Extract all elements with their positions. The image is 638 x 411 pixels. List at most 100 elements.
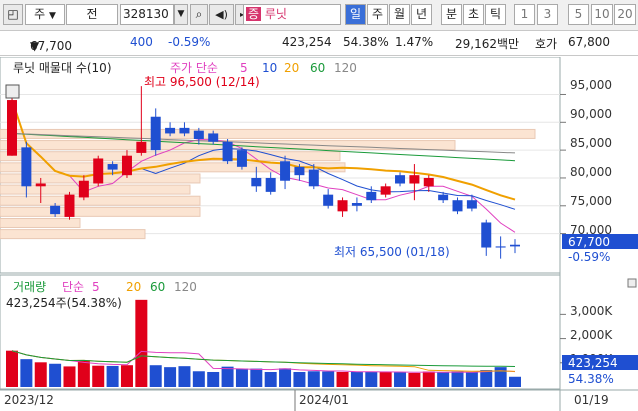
market-select[interactable]: 주 ▼ xyxy=(25,4,65,25)
price-tick: 85,000 xyxy=(570,136,612,150)
type-field[interactable]: 전 xyxy=(66,4,118,25)
price-tick: 90,000 xyxy=(570,107,612,121)
turnover-ratio: 1.47% xyxy=(395,35,434,49)
candle-body xyxy=(308,169,319,187)
volume-bar xyxy=(20,359,33,387)
panel-toggle-icon[interactable] xyxy=(627,278,637,288)
interval-20[interactable]: 20 xyxy=(614,4,636,25)
volume-profile-bar xyxy=(0,206,201,217)
volume-ma-label: 단순 xyxy=(62,280,84,294)
volume-bar xyxy=(408,372,421,387)
toolbar: ◰ 주 ▼ 전 328130 ▼ ⌕ ◀) ▸ 증 루닛 일 주 월 년 분 초… xyxy=(0,0,638,31)
speaker-icon[interactable]: ◀) xyxy=(209,4,234,25)
candle-body xyxy=(165,127,176,134)
candle-body xyxy=(93,158,104,184)
volume-bar xyxy=(149,365,162,387)
candle-body xyxy=(466,200,477,209)
window-icon[interactable]: ◰ xyxy=(3,4,23,25)
last-price-tag-text: 67,700 xyxy=(568,235,610,249)
market-value: 주 xyxy=(34,7,46,21)
candle-body xyxy=(452,200,463,212)
interval-3[interactable]: 3 xyxy=(537,4,558,25)
volume-bar xyxy=(235,368,248,387)
volume-bar xyxy=(207,371,220,387)
volume-bar xyxy=(480,370,493,387)
stock-name: 루닛 xyxy=(264,7,287,21)
candle-body xyxy=(337,200,348,212)
candle-body xyxy=(409,175,420,184)
candle-body xyxy=(438,194,449,201)
tab-week-label: 주 xyxy=(371,7,384,21)
tab-year[interactable]: 년 xyxy=(411,4,432,25)
price-axis: 95,000 90,000 85,000 80,000 75,000 70,00… xyxy=(570,78,612,237)
tab-minute-label: 분 xyxy=(445,7,458,21)
tab-second-label: 초 xyxy=(467,7,480,21)
tab-second[interactable]: 초 xyxy=(463,4,484,25)
candle-body xyxy=(323,194,334,206)
volume-profile-bar xyxy=(0,184,191,195)
price-row: 67,700 ▼ 400 -0.59% 423,254 54.38% 1.47%… xyxy=(0,31,638,56)
tab-month-label: 월 xyxy=(393,7,406,21)
interval-20-label: 20 xyxy=(617,7,633,21)
low-annotation: 최저 65,500 (01/18) xyxy=(334,245,450,259)
volume-bar xyxy=(437,372,450,387)
stock-chart[interactable]: 루닛 매물대 수(10) 주가 단순 5 10 20 60 120 최고 96,… xyxy=(0,57,638,411)
code-input[interactable]: 328130 xyxy=(120,4,174,25)
last-change-tag: -0.59% xyxy=(568,250,610,264)
volume-bar xyxy=(120,365,133,387)
date-label: 01/19 xyxy=(574,393,609,407)
volume-bar xyxy=(264,371,277,387)
high-annotation: 최고 96,500 (12/14) xyxy=(144,75,260,89)
volume-bar xyxy=(394,372,407,387)
tab-minute[interactable]: 분 xyxy=(441,4,462,25)
candle-body xyxy=(222,141,233,162)
volume-bar xyxy=(422,371,435,387)
candle-body xyxy=(21,147,32,187)
volume-bar xyxy=(379,371,392,387)
ma-legend-label: 주가 단순 xyxy=(170,61,218,75)
volume-ma120-legend: 120 xyxy=(174,280,197,294)
date-label: 2023/12 xyxy=(4,393,54,407)
candle-body xyxy=(7,100,17,156)
search-icon[interactable]: ⌕ xyxy=(190,4,208,25)
volume-bar xyxy=(106,365,119,387)
candle-body xyxy=(395,175,406,184)
candle-body xyxy=(280,161,291,181)
grid-toggle-icon[interactable] xyxy=(5,84,20,99)
tab-month[interactable]: 월 xyxy=(389,4,410,25)
ma120-legend: 120 xyxy=(334,61,357,75)
profile-legend: 루닛 매물대 수(10) xyxy=(13,61,112,75)
volume-tick: 2,000K xyxy=(570,328,613,342)
candle-body xyxy=(208,133,219,142)
volume-tick: 3,000K xyxy=(570,304,613,318)
candle-body xyxy=(251,177,262,187)
chevron-down-icon: ▼ xyxy=(48,11,56,21)
candle-body xyxy=(481,222,492,248)
interval-1[interactable]: 1 xyxy=(514,4,535,25)
volume-bar xyxy=(250,368,263,387)
down-arrow-icon: ▼ xyxy=(30,39,40,53)
candle-body xyxy=(495,246,506,248)
price-tick: 95,000 xyxy=(570,78,612,92)
tab-week[interactable]: 주 xyxy=(367,4,388,25)
candle-body xyxy=(510,244,520,247)
candle-body xyxy=(121,155,132,176)
code-dropdown-button[interactable]: ▼ xyxy=(174,4,188,25)
ma10-legend: 10 xyxy=(262,61,277,75)
candle-body xyxy=(193,130,204,139)
volume-note: 423,254주(54.38%) xyxy=(6,296,122,310)
price-change: 400 xyxy=(130,35,153,49)
volume-bar xyxy=(34,362,47,387)
trade-amount: 29,162백만 xyxy=(455,37,520,51)
tab-day[interactable]: 일 xyxy=(345,4,366,25)
volume-bar xyxy=(63,366,76,387)
tab-tick-label: 틱 xyxy=(489,7,502,21)
tab-tick[interactable]: 틱 xyxy=(485,4,506,25)
interval-5[interactable]: 5 xyxy=(568,4,589,25)
interval-10[interactable]: 10 xyxy=(591,4,613,25)
name-field[interactable]: 증 루닛 xyxy=(243,4,341,25)
volume-bar xyxy=(49,363,62,387)
volume-bar xyxy=(451,371,464,387)
volume-bar xyxy=(92,365,105,387)
volume-bar xyxy=(350,371,363,387)
